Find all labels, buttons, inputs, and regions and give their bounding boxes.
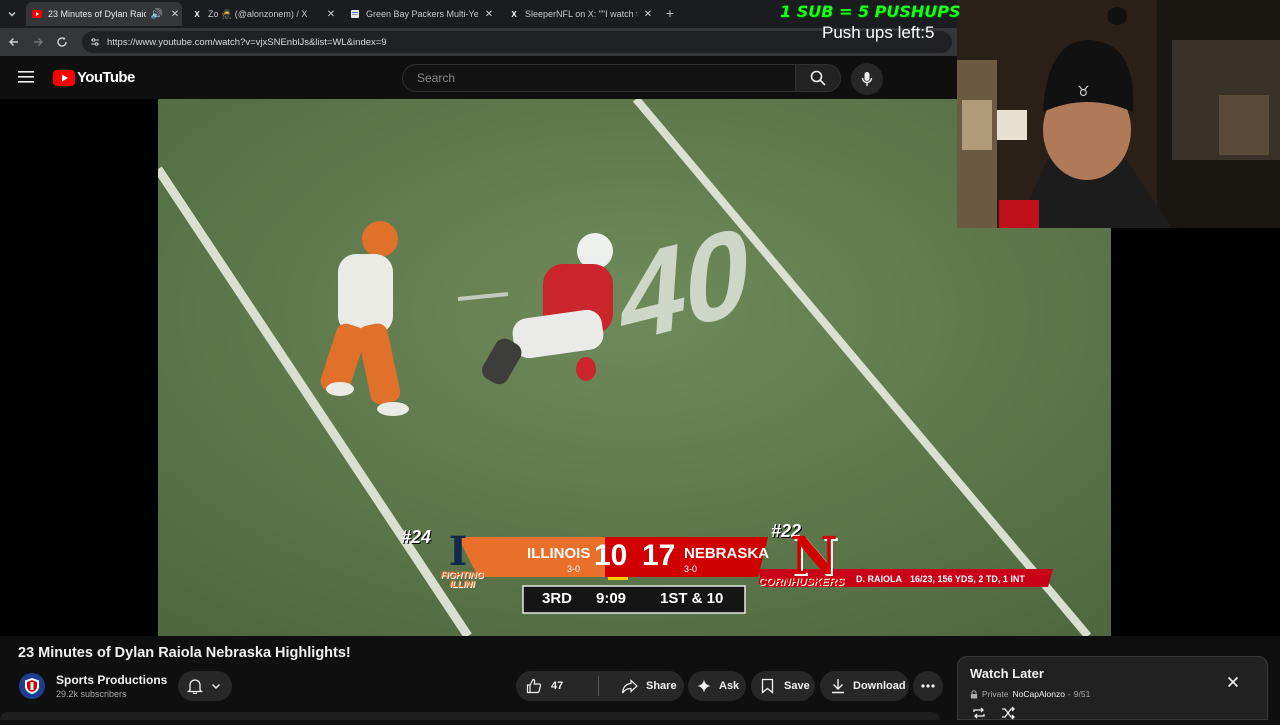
bookmark-icon (761, 678, 774, 694)
tab-search-chevron-icon[interactable] (4, 6, 20, 22)
close-playlist-button[interactable] (1225, 674, 1241, 690)
menu-icon[interactable] (18, 70, 34, 84)
down-distance: 1ST & 10 (660, 590, 724, 607)
page-icon (350, 9, 360, 19)
forward-icon[interactable] (30, 34, 46, 50)
tab-close-icon[interactable]: ✕ (324, 9, 338, 20)
tab-title: Green Bay Packers Multi-Year Ti (366, 9, 478, 19)
game-clock: 9:09 (596, 590, 627, 607)
streamer-webcam: ♉ (957, 0, 1280, 228)
back-icon[interactable] (6, 34, 22, 50)
home-score: 17 (642, 539, 676, 572)
share-button[interactable]: Share (614, 671, 684, 701)
shuffle-playlist-button[interactable] (1001, 706, 1015, 720)
more-actions-button[interactable] (913, 671, 943, 701)
youtube-logo[interactable]: YouTube (53, 69, 135, 86)
reload-icon[interactable] (54, 34, 70, 50)
tab-title: SleeperNFL on X: ""I watch the (525, 9, 637, 19)
voice-search-button[interactable] (851, 63, 883, 95)
like-count: 47 (551, 680, 564, 692)
youtube-wordmark: YouTube (77, 69, 135, 86)
tab-close-icon[interactable]: ✕ (482, 9, 496, 20)
shuffle-icon (1002, 706, 1015, 720)
ask-button[interactable]: Ask (688, 671, 746, 701)
home-record: 3-0 (684, 564, 698, 574)
chevron-down-icon (212, 684, 220, 689)
like-button[interactable]: 47 (516, 671, 598, 701)
search-input[interactable]: Search (402, 64, 796, 92)
loop-icon (973, 707, 985, 719)
youtube-header: YouTube Search (0, 56, 957, 99)
stat-player: D. RAIOLA (856, 574, 902, 584)
svg-text:♉: ♉ (1077, 84, 1090, 100)
notifications-button[interactable] (178, 671, 232, 701)
browser-tab-youtube[interactable]: 23 Minutes of Dylan Raiola 🔊 ✕ (26, 2, 182, 26)
shield-icon (25, 678, 39, 694)
save-button[interactable]: Save (751, 671, 815, 701)
download-icon (832, 679, 844, 694)
share-icon (621, 678, 638, 693)
url-text: https://www.youtube.com/watch?v=vjxSNEnb… (107, 36, 387, 48)
youtube-icon (32, 9, 42, 19)
new-tab-icon[interactable]: + (662, 5, 678, 21)
close-icon (1227, 676, 1239, 688)
sub-goal-overlay: 1 SUB = 5 PUSHUPS (780, 2, 961, 21)
tab-title: Zo 🥷 (@alonzonem) / X (208, 8, 308, 19)
home-team: NEBRASKA (684, 545, 770, 562)
browser-tab-x-profile[interactable]: X Zo 🥷 (@alonzonem) / X ✕ (186, 4, 338, 24)
search-icon (810, 70, 826, 86)
bell-icon (187, 679, 203, 694)
webcam-feed: ♉ (957, 0, 1280, 228)
x-icon: X (194, 9, 200, 19)
browser-toolbar: https://www.youtube.com/watch?v=vjxSNEnb… (0, 28, 957, 56)
site-info-icon[interactable] (90, 37, 100, 47)
channel-avatar[interactable] (19, 673, 45, 699)
playlist-meta: Private NoCapAlonzo - 9/51 (970, 689, 1090, 699)
microphone-icon (861, 72, 873, 86)
browser-tab-sleeper[interactable]: X SleeperNFL on X: ""I watch the ✕ (503, 4, 655, 24)
tab-title: 23 Minutes of Dylan Raiola (48, 9, 146, 19)
browser-tab-packers[interactable]: Green Bay Packers Multi-Year Ti ✕ (344, 4, 496, 24)
youtube-play-icon (53, 69, 75, 86)
playlist-title[interactable]: Watch Later (970, 666, 1044, 681)
video-letterbox-right (1111, 228, 1280, 636)
x-icon: X (511, 9, 517, 19)
channel-name[interactable]: Sports Productions (56, 673, 167, 687)
subscriber-count: 29.2k subscribers (56, 689, 127, 699)
video-title: 23 Minutes of Dylan Raiola Nebraska High… (18, 645, 351, 661)
stat-line: 16/23, 156 YDS, 2 TD, 1 INT (910, 574, 1025, 584)
lock-icon (970, 689, 978, 698)
sparkle-icon (697, 679, 711, 693)
away-score: 10 (594, 539, 628, 572)
tab-close-icon[interactable]: ✕ (641, 9, 655, 20)
description-box-edge[interactable] (0, 712, 940, 720)
video-letterbox-left (0, 99, 158, 636)
home-nickname: CORNHUSKERS (758, 576, 845, 588)
away-record: 3-0 (567, 564, 581, 574)
more-horizontal-icon (921, 684, 935, 688)
tab-close-icon[interactable]: ✕ (168, 9, 182, 20)
away-rank: #24 (401, 527, 432, 547)
loop-playlist-button[interactable] (972, 706, 986, 720)
illinois-logo-icon: I (448, 528, 468, 575)
quarter: 3RD (542, 590, 573, 607)
away-team: ILLINOIS (527, 545, 591, 562)
pushups-counter-overlay: Push ups left:5 (822, 23, 935, 42)
away-nickname: FIGHTING ILLINI (440, 570, 484, 589)
tab-audio-icon[interactable]: 🔊 (150, 9, 164, 20)
watch-later-playlist-panel: Watch Later Private NoCapAlonzo - 9/51 (957, 656, 1268, 720)
thumbs-up-icon (526, 678, 542, 694)
search-button[interactable] (795, 64, 841, 92)
download-button[interactable]: Download (820, 671, 909, 701)
